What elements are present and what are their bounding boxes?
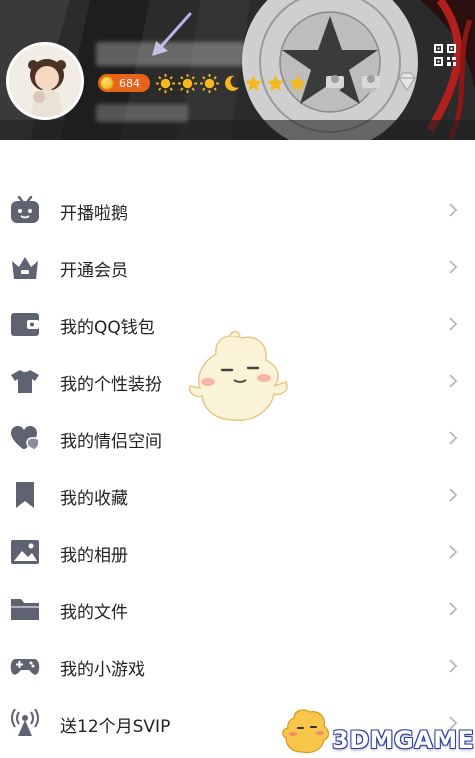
sun-icon [156, 73, 175, 93]
vip-badge-icon [326, 75, 344, 94]
chevron-right-icon [449, 602, 458, 616]
bookmark-icon [10, 481, 40, 509]
mascot-sticker-icon [188, 330, 288, 421]
chevron-right-icon [449, 488, 458, 502]
coin-badge[interactable]: 684 [98, 74, 150, 92]
chevron-right-icon [449, 317, 458, 331]
vip-badges[interactable] [322, 70, 420, 94]
signature-blurred [96, 104, 188, 122]
photo-icon [10, 538, 40, 566]
menu-item-live[interactable]: 开播啦鹅 [0, 182, 475, 239]
crown-icon [10, 253, 40, 281]
tv-icon [10, 196, 40, 224]
qr-code-icon[interactable] [434, 44, 456, 66]
coin-icon [100, 76, 114, 90]
chevron-right-icon [449, 260, 458, 274]
menu-item-files[interactable]: 我的文件 [0, 581, 475, 638]
gamepad-icon [10, 652, 40, 680]
menu-item-label: 我的情侣空间 [60, 432, 162, 452]
menu-item-label: 我的个性装扮 [60, 375, 162, 395]
star-icon [244, 74, 263, 93]
chevron-right-icon [449, 374, 458, 388]
avatar[interactable] [6, 42, 84, 120]
chevron-right-icon [449, 431, 458, 445]
diamond-icon [398, 72, 416, 91]
menu-item-label: 我的收藏 [60, 489, 128, 509]
profile-header: 684 [0, 0, 475, 140]
watermark-mascot-icon [282, 709, 330, 754]
chevron-right-icon [449, 545, 458, 559]
menu-item-favorites[interactable]: 我的收藏 [0, 467, 475, 524]
menu-item-label: 我的文件 [60, 603, 128, 623]
settings-menu: 开播啦鹅 开通会员 我的QQ钱包 我的个性装扮 我的情侣空间 我的收藏 我的相册… [0, 182, 475, 752]
heart-icon [10, 424, 40, 452]
moon-icon [222, 74, 241, 93]
chevron-right-icon [449, 659, 458, 673]
menu-item-label: 我的小游戏 [60, 660, 145, 680]
star-icon [288, 74, 307, 93]
folder-icon [10, 595, 40, 623]
nickname-blurred [96, 42, 246, 66]
vip-badge-icon [362, 75, 380, 94]
coin-count: 684 [119, 76, 140, 90]
star-icon [266, 74, 285, 93]
watermark-logo: 3DMGAME [332, 726, 475, 754]
sun-icon [178, 73, 197, 93]
menu-item-label: 开通会员 [60, 261, 128, 281]
menu-item-label: 我的相册 [60, 546, 128, 566]
menu-item-album[interactable]: 我的相册 [0, 524, 475, 581]
wallet-icon [10, 310, 40, 338]
menu-item-label: 送12个月SVIP [60, 717, 171, 737]
tshirt-icon [10, 367, 40, 395]
level-badges[interactable] [156, 73, 307, 93]
menu-item-label: 我的QQ钱包 [60, 318, 155, 338]
chevron-right-icon [449, 203, 458, 217]
menu-item-vip[interactable]: 开通会员 [0, 239, 475, 296]
menu-item-minigames[interactable]: 我的小游戏 [0, 638, 475, 695]
broadcast-icon [10, 709, 40, 737]
sun-icon [200, 73, 219, 93]
menu-item-label: 开播啦鹅 [60, 204, 128, 224]
